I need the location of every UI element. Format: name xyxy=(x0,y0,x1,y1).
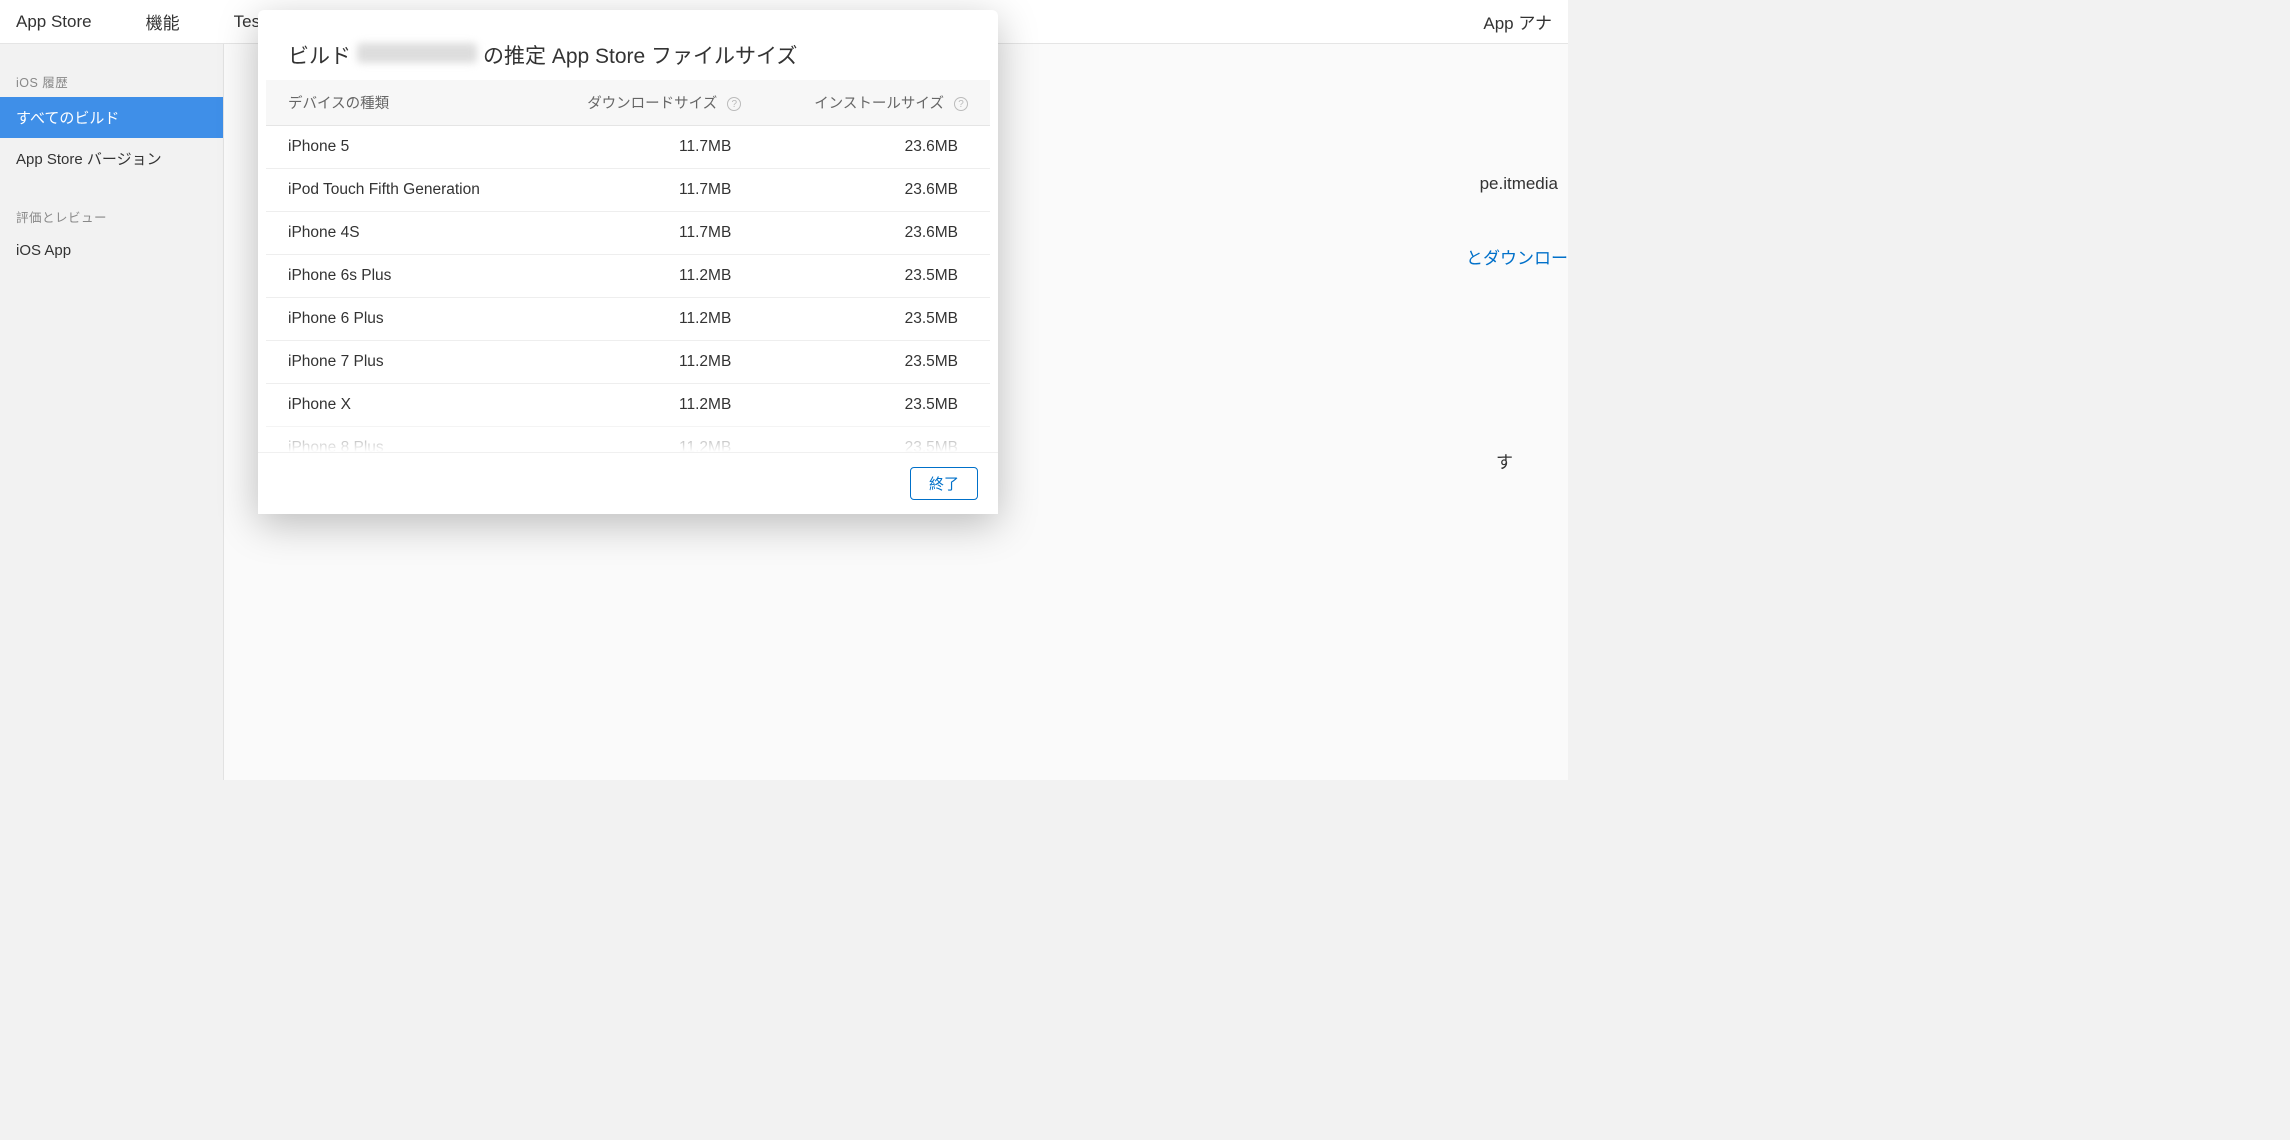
sidebar-section-reviews: 評価とレビュー xyxy=(0,201,223,232)
nav-app-store[interactable]: App Store xyxy=(16,12,92,32)
cell-download: 11.7MB xyxy=(536,126,763,169)
cell-install: 23.5MB xyxy=(763,384,990,427)
sidebar-item-all-builds[interactable]: すべてのビルド xyxy=(0,97,223,138)
sidebar-item-ios-app[interactable]: iOS App xyxy=(0,232,223,269)
table-row: iPod Touch Fifth Generation11.7MB23.6MB xyxy=(266,169,990,212)
cell-device: iPhone 8 Plus xyxy=(266,427,536,453)
table-row: iPhone 6s Plus11.2MB23.5MB xyxy=(266,255,990,298)
sidebar-item-appstore-version[interactable]: App Store バージョン xyxy=(0,138,223,179)
done-button[interactable]: 終了 xyxy=(910,467,978,500)
cell-install: 23.5MB xyxy=(763,341,990,384)
help-icon[interactable]: ? xyxy=(727,97,741,111)
sidebar: iOS 履歴 すべてのビルド App Store バージョン 評価とレビュー i… xyxy=(0,44,224,780)
table-row: iPhone X11.2MB23.5MB xyxy=(266,384,990,427)
file-size-table: デバイスの種類 ダウンロードサイズ ? インストールサイズ ? iPhone 5… xyxy=(266,80,990,452)
table-row: iPhone 511.7MB23.6MB xyxy=(266,126,990,169)
col-download: ダウンロードサイズ ? xyxy=(536,80,763,126)
cell-device: iPhone 6 Plus xyxy=(266,298,536,341)
redacted-build-number xyxy=(357,43,477,63)
bg-download-link[interactable]: とダウンロー xyxy=(1466,244,1568,269)
cell-device: iPhone 4S xyxy=(266,212,536,255)
modal-footer: 終了 xyxy=(258,452,998,514)
col-install: インストールサイズ ? xyxy=(763,80,990,126)
cell-install: 23.5MB xyxy=(763,255,990,298)
modal-title-prefix: ビルド xyxy=(288,40,351,70)
sidebar-section-ios-history: iOS 履歴 xyxy=(0,66,223,97)
cell-install: 23.6MB xyxy=(763,169,990,212)
file-size-modal: ビルド の推定 App Store ファイルサイズ デバイスの種類 ダウンロード… xyxy=(258,10,998,514)
col-device: デバイスの種類 xyxy=(266,80,536,126)
nav-app-analytics[interactable]: App アナ xyxy=(1483,9,1552,34)
cell-download: 11.7MB xyxy=(536,169,763,212)
cell-download: 11.2MB xyxy=(536,384,763,427)
bg-text-bundle: pe.itmedia xyxy=(1480,174,1558,194)
nav-features[interactable]: 機能 xyxy=(146,9,180,34)
table-row: iPhone 7 Plus11.2MB23.5MB xyxy=(266,341,990,384)
cell-download: 11.2MB xyxy=(536,427,763,453)
help-icon[interactable]: ? xyxy=(954,97,968,111)
cell-install: 23.5MB xyxy=(763,427,990,453)
cell-download: 11.2MB xyxy=(536,255,763,298)
cell-install: 23.6MB xyxy=(763,212,990,255)
table-row: iPhone 4S11.7MB23.6MB xyxy=(266,212,990,255)
cell-install: 23.5MB xyxy=(763,298,990,341)
cell-download: 11.7MB xyxy=(536,212,763,255)
cell-device: iPhone X xyxy=(266,384,536,427)
cell-install: 23.6MB xyxy=(763,126,990,169)
modal-title-suffix: の推定 App Store ファイルサイズ xyxy=(483,40,797,70)
table-row: iPhone 8 Plus11.2MB23.5MB xyxy=(266,427,990,453)
bg-text-su: す xyxy=(1496,448,1513,473)
cell-device: iPhone 6s Plus xyxy=(266,255,536,298)
modal-title: ビルド の推定 App Store ファイルサイズ xyxy=(258,10,998,80)
col-download-label: ダウンロードサイズ xyxy=(587,96,717,112)
col-install-label: インストールサイズ xyxy=(814,96,944,112)
table-row: iPhone 6 Plus11.2MB23.5MB xyxy=(266,298,990,341)
cell-device: iPhone 5 xyxy=(266,126,536,169)
cell-download: 11.2MB xyxy=(536,341,763,384)
cell-download: 11.2MB xyxy=(536,298,763,341)
modal-body: デバイスの種類 ダウンロードサイズ ? インストールサイズ ? iPhone 5… xyxy=(258,80,998,452)
cell-device: iPod Touch Fifth Generation xyxy=(266,169,536,212)
cell-device: iPhone 7 Plus xyxy=(266,341,536,384)
